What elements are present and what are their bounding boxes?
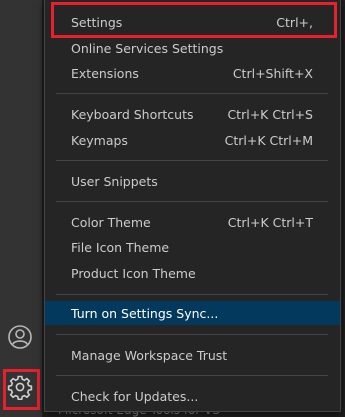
- gear-icon[interactable]: [5, 372, 35, 402]
- menu-item-label: Settings: [71, 14, 123, 30]
- menu-item-label: Extensions: [71, 65, 139, 81]
- menu-item-label: Check for Updates...: [71, 388, 199, 404]
- menu-item-file-icon-theme[interactable]: File Icon Theme: [45, 235, 340, 259]
- menu-separator: [56, 201, 328, 202]
- menu-item-extensions[interactable]: Extensions Ctrl+Shift+X: [45, 61, 340, 85]
- menu-separator: [56, 160, 328, 161]
- manage-context-menu: Settings Ctrl+, Online Services Settings…: [44, 0, 341, 412]
- menu-separator: [56, 334, 328, 335]
- menu-item-product-icon-theme[interactable]: Product Icon Theme: [45, 261, 340, 285]
- menu-item-keymaps[interactable]: Keymaps Ctrl+K Ctrl+M: [45, 128, 340, 152]
- menu-item-user-snippets[interactable]: User Snippets: [45, 169, 340, 193]
- menu-item-shortcut: Ctrl+Shift+X: [232, 65, 313, 81]
- menu-item-manage-workspace-trust[interactable]: Manage Workspace Trust: [45, 343, 340, 367]
- menu-item-label: Keyboard Shortcuts: [71, 106, 194, 122]
- menu-item-keyboard-shortcuts[interactable]: Keyboard Shortcuts Ctrl+K Ctrl+S: [45, 102, 340, 126]
- menu-separator: [56, 294, 328, 295]
- menu-separator: [56, 93, 328, 94]
- menu-item-check-for-updates[interactable]: Check for Updates...: [45, 384, 340, 408]
- menu-item-settings[interactable]: Settings Ctrl+,: [45, 10, 340, 34]
- menu-item-label: Keymaps: [71, 132, 128, 148]
- menu-item-label: Turn on Settings Sync...: [71, 305, 219, 321]
- menu-item-color-theme[interactable]: Color Theme Ctrl+K Ctrl+T: [45, 210, 340, 234]
- menu-item-label: User Snippets: [71, 173, 158, 189]
- menu-item-online-services-settings[interactable]: Online Services Settings: [45, 36, 340, 60]
- menu-item-shortcut: Ctrl+,: [276, 14, 313, 30]
- account-icon[interactable]: [5, 322, 35, 352]
- menu-item-label: Color Theme: [71, 214, 151, 230]
- menu-item-shortcut: Ctrl+K Ctrl+T: [227, 214, 313, 230]
- menu-item-label: File Icon Theme: [71, 239, 170, 255]
- menu-item-shortcut: Ctrl+K Ctrl+M: [224, 132, 313, 148]
- activity-bar: [0, 0, 42, 417]
- menu-item-label: Manage Workspace Trust: [71, 347, 228, 363]
- menu-item-shortcut: Ctrl+K Ctrl+S: [227, 106, 313, 122]
- menu-item-label: Product Icon Theme: [71, 265, 196, 281]
- menu-item-label: Online Services Settings: [71, 40, 224, 56]
- menu-separator: [56, 375, 328, 376]
- menu-item-turn-on-settings-sync[interactable]: Turn on Settings Sync...: [45, 301, 340, 325]
